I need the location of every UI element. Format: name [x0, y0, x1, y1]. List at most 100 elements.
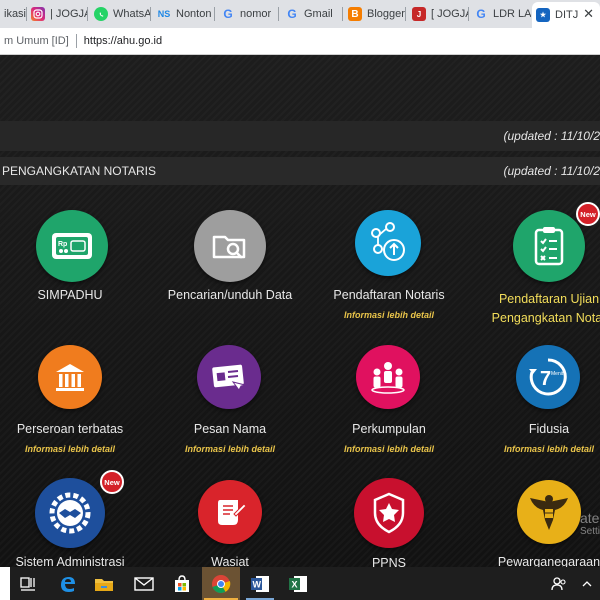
- ahu-logo-icon: ★: [536, 8, 550, 22]
- new-badge: New: [100, 470, 124, 494]
- tab-instagram-jogja[interactable]: | JOGJA: [27, 2, 88, 26]
- id-card-icon: [197, 345, 261, 409]
- close-icon[interactable]: ✕: [583, 6, 594, 22]
- clipboard-check-icon: [513, 210, 585, 282]
- service-label: Pendaftaran Notaris: [333, 288, 445, 302]
- info-link[interactable]: Informasi lebih detail: [150, 444, 310, 454]
- building-icon: [38, 345, 102, 409]
- service-label: SIMPADHU: [37, 288, 103, 302]
- section-header: PENGANGKATAN NOTARIS (updated : 11/10/2: [0, 157, 600, 185]
- service-sistem-administrasi[interactable]: New Sistem Administrasi: [0, 470, 150, 567]
- police-badge-icon: [354, 478, 424, 548]
- service-label-line2: Pengangkatan Notar: [491, 311, 600, 325]
- tab-google-nomor[interactable]: G nomor: [217, 2, 279, 26]
- section-title: PENGANGKATAN NOTARIS: [2, 164, 157, 178]
- whatsapp-icon: [94, 7, 108, 21]
- jogja-icon: J: [412, 7, 426, 21]
- tab-label: nomor: [240, 8, 272, 20]
- service-perkumpulan[interactable]: Perkumpulan Informasi lebih detail: [309, 345, 469, 465]
- chevron-up-icon[interactable]: [574, 567, 600, 600]
- service-pendaftaran-notaris[interactable]: Pendaftaran Notaris Informasi lebih deta…: [309, 210, 469, 330]
- people-tray-icon[interactable]: [544, 567, 574, 600]
- service-simpadhu[interactable]: Rp SIMPADHU: [0, 210, 150, 320]
- network-icon: [355, 210, 421, 276]
- service-ppns[interactable]: PPNS: [309, 478, 469, 567]
- service-pendaftaran-ujian[interactable]: New Pendaftaran Ujian Pengangkatan Notar: [469, 202, 600, 340]
- tab-whatsapp[interactable]: WhatsA: [90, 2, 151, 26]
- tab-gmail[interactable]: G Gmail: [281, 2, 343, 26]
- service-pesan-nama[interactable]: Pesan Nama Informasi lebih detail: [150, 345, 310, 465]
- handshake-gear-icon: [35, 478, 105, 548]
- clock-caption: Menit: [551, 371, 564, 377]
- tab-label: Gmail: [304, 8, 333, 20]
- service-label: PPNS: [371, 556, 407, 567]
- svg-text:7: 7: [540, 368, 551, 390]
- tab-ikasi[interactable]: ikasi: [0, 2, 27, 26]
- payment-card-icon: Rp: [36, 210, 108, 282]
- service-label: Perseroan terbatas: [16, 422, 124, 436]
- svg-text:X: X: [292, 579, 298, 589]
- watermark-line1: ate: [579, 510, 600, 526]
- windows-activation-watermark: ate Setti: [580, 510, 600, 537]
- service-label: Pendaftaran Ujian: [498, 292, 600, 306]
- service-label: Wasiat: [211, 555, 249, 567]
- updated-text: (updated : 11/10/2: [503, 129, 600, 143]
- service-perseroan-terbatas[interactable]: Perseroan terbatas Informasi lebih detai…: [0, 345, 150, 465]
- svg-text:Rp: Rp: [58, 241, 67, 248]
- service-label: Pewarganegaraan: [497, 555, 600, 567]
- updated-text: (updated : 11/10/2: [503, 164, 600, 178]
- tab-label: LDR LA: [493, 8, 531, 20]
- info-link[interactable]: Informasi lebih detail: [469, 444, 600, 454]
- file-explorer-icon[interactable]: [86, 567, 122, 600]
- browser-tab-strip: ikasi | JOGJA WhatsA NS Nonton G nomor G…: [0, 0, 600, 28]
- address-bar[interactable]: m Umum [ID] https://ahu.go.id: [0, 28, 600, 55]
- info-link[interactable]: Informasi lebih detail: [0, 444, 150, 454]
- new-badge: New: [576, 202, 600, 226]
- tab-ldr[interactable]: G LDR LA: [470, 2, 531, 26]
- update-banner: (updated : 11/10/2: [0, 121, 600, 151]
- tab-nonton[interactable]: NS Nonton: [153, 2, 215, 26]
- windows-taskbar: W X: [0, 567, 600, 600]
- store-icon[interactable]: [164, 567, 200, 600]
- tab-blogger[interactable]: B Blogger: [344, 2, 406, 26]
- service-label: Pencarian/unduh Data: [167, 288, 293, 302]
- instagram-icon: [31, 7, 45, 21]
- word-icon[interactable]: W: [242, 567, 278, 600]
- service-label: Perkumpulan: [352, 422, 426, 436]
- service-fidusia[interactable]: 7 Menit Fidusia Informasi lebih detail: [469, 345, 600, 465]
- ns-icon: NS: [157, 9, 171, 19]
- info-link[interactable]: Informasi lebih detail: [309, 310, 469, 320]
- site-info[interactable]: m Umum [ID]: [0, 35, 69, 47]
- svg-text:W: W: [253, 579, 262, 589]
- tab-label: Blogger: [367, 8, 405, 20]
- excel-icon[interactable]: X: [280, 567, 316, 600]
- tab-label: | JOGJA: [50, 8, 88, 20]
- service-wasiat[interactable]: Wasiat: [150, 478, 310, 567]
- search-box-edge[interactable]: [0, 567, 10, 600]
- blogger-icon: B: [348, 7, 362, 21]
- chrome-icon[interactable]: [202, 567, 240, 600]
- garuda-icon: [517, 480, 581, 544]
- service-label: Pesan Nama: [193, 422, 267, 436]
- edge-icon[interactable]: [50, 567, 86, 600]
- scroll-icon: [198, 480, 262, 544]
- mail-icon[interactable]: [126, 567, 162, 600]
- tab-label: Nonton: [176, 8, 212, 20]
- watermark-line2: Setti: [579, 526, 600, 537]
- url-text[interactable]: https://ahu.go.id: [84, 35, 162, 47]
- tab-label: [ JOGJA: [431, 8, 469, 20]
- tab-label: ikasi: [4, 8, 27, 20]
- clock-7-menit-icon: 7 Menit: [516, 345, 580, 409]
- google-icon: G: [287, 7, 297, 21]
- tab-label: DITJ: [555, 9, 579, 21]
- google-icon: G: [223, 7, 233, 21]
- service-label: Sistem Administrasi: [15, 555, 125, 567]
- task-view-icon[interactable]: [10, 567, 46, 600]
- page-content: (updated : 11/10/2 PENGANGKATAN NOTARIS …: [0, 55, 600, 567]
- tab-ditjen-ahu-active[interactable]: ★ DITJ ✕: [532, 2, 600, 28]
- info-link[interactable]: Informasi lebih detail: [309, 444, 469, 454]
- tab-label: WhatsA: [113, 8, 151, 20]
- service-pencarian-unduh-data[interactable]: Pencarian/unduh Data: [150, 210, 310, 320]
- service-label: Fidusia: [528, 422, 570, 436]
- tab-jogja[interactable]: J [ JOGJA: [408, 2, 469, 26]
